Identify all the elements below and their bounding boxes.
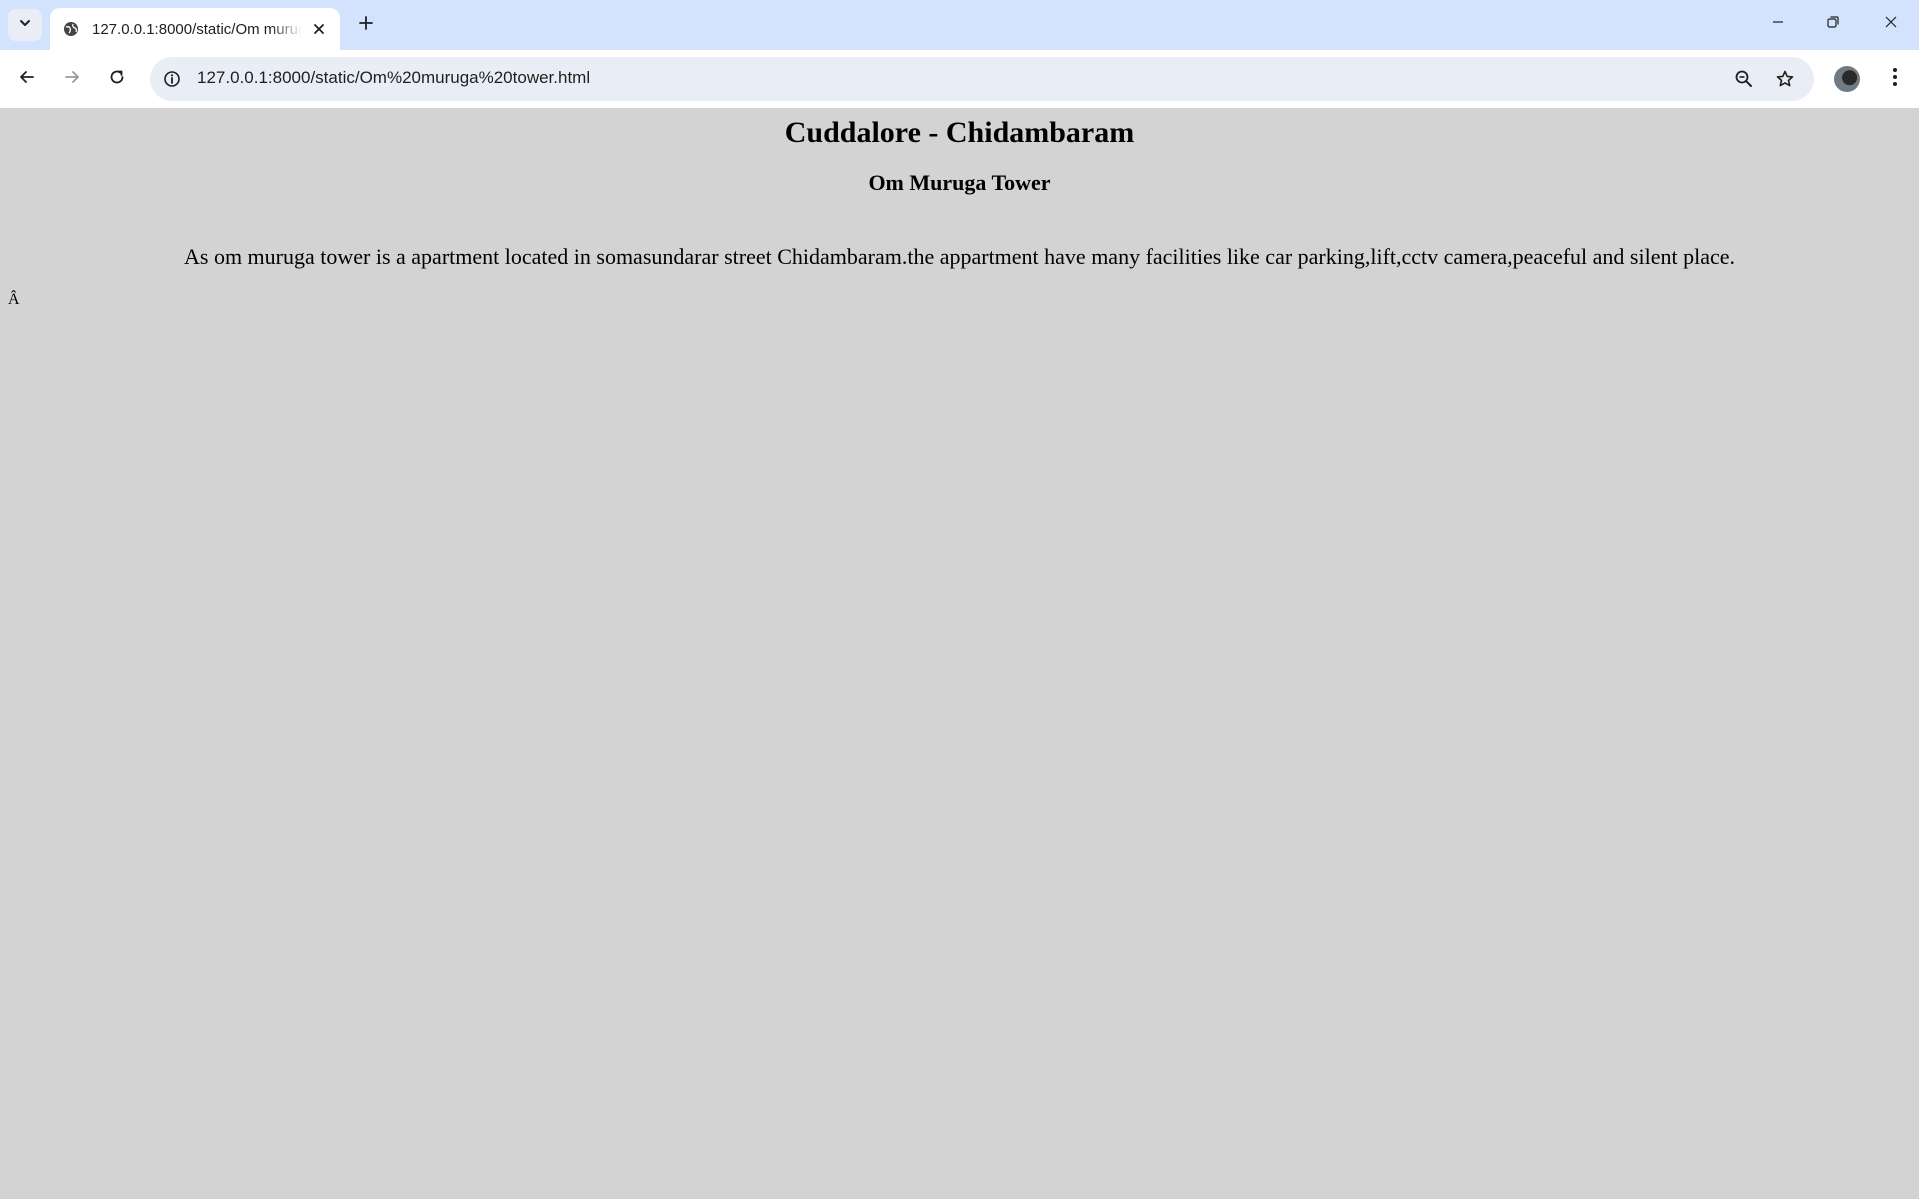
zoom-out-icon[interactable]: [1731, 66, 1757, 92]
page-description: As om muruga tower is a apartment locate…: [184, 244, 1735, 269]
reload-button[interactable]: [99, 61, 135, 97]
reload-icon: [108, 68, 126, 91]
plus-icon: [358, 15, 374, 36]
stray-character: Â: [8, 291, 20, 308]
menu-button[interactable]: [1880, 63, 1910, 95]
restore-icon: [1826, 15, 1840, 34]
page-title: Cuddalore - Chidambaram: [784, 116, 1135, 149]
tab-strip: 127.0.0.1:8000/static/Om muruga tower.ht…: [0, 0, 1919, 50]
kebab-menu-icon: [1892, 67, 1898, 92]
close-window-button[interactable]: [1871, 8, 1911, 40]
browser-tab[interactable]: 127.0.0.1:8000/static/Om muruga tower.ht…: [50, 8, 340, 50]
close-icon: [1884, 15, 1898, 34]
star-icon[interactable]: [1772, 66, 1798, 92]
tab-title: 127.0.0.1:8000/static/Om muruga tower.ht…: [92, 20, 302, 38]
page-viewport: Cuddalore - Chidambaram Om Muruga Tower …: [0, 108, 1919, 1199]
page-subtitle: Om Muruga Tower: [868, 170, 1051, 195]
chevron-down-icon: [18, 16, 32, 35]
new-tab-button[interactable]: [352, 11, 380, 39]
profile-avatar[interactable]: [1834, 66, 1860, 92]
info-icon[interactable]: [160, 67, 184, 91]
url-text[interactable]: 127.0.0.1:8000/static/Om%20muruga%20towe…: [197, 68, 590, 88]
minimize-icon: [1771, 15, 1785, 34]
tab-search-button[interactable]: [8, 9, 42, 41]
restore-button[interactable]: [1813, 8, 1853, 40]
address-bar[interactable]: 127.0.0.1:8000/static/Om%20muruga%20towe…: [150, 57, 1814, 101]
arrow-left-icon: [18, 68, 36, 91]
arrow-right-icon: [63, 68, 81, 91]
back-button[interactable]: [9, 61, 45, 97]
globe-icon: [62, 20, 80, 38]
forward-button[interactable]: [54, 61, 90, 97]
browser-toolbar: 127.0.0.1:8000/static/Om%20muruga%20towe…: [0, 50, 1919, 109]
tab-close-icon[interactable]: [310, 20, 328, 38]
minimize-button[interactable]: [1758, 8, 1798, 40]
